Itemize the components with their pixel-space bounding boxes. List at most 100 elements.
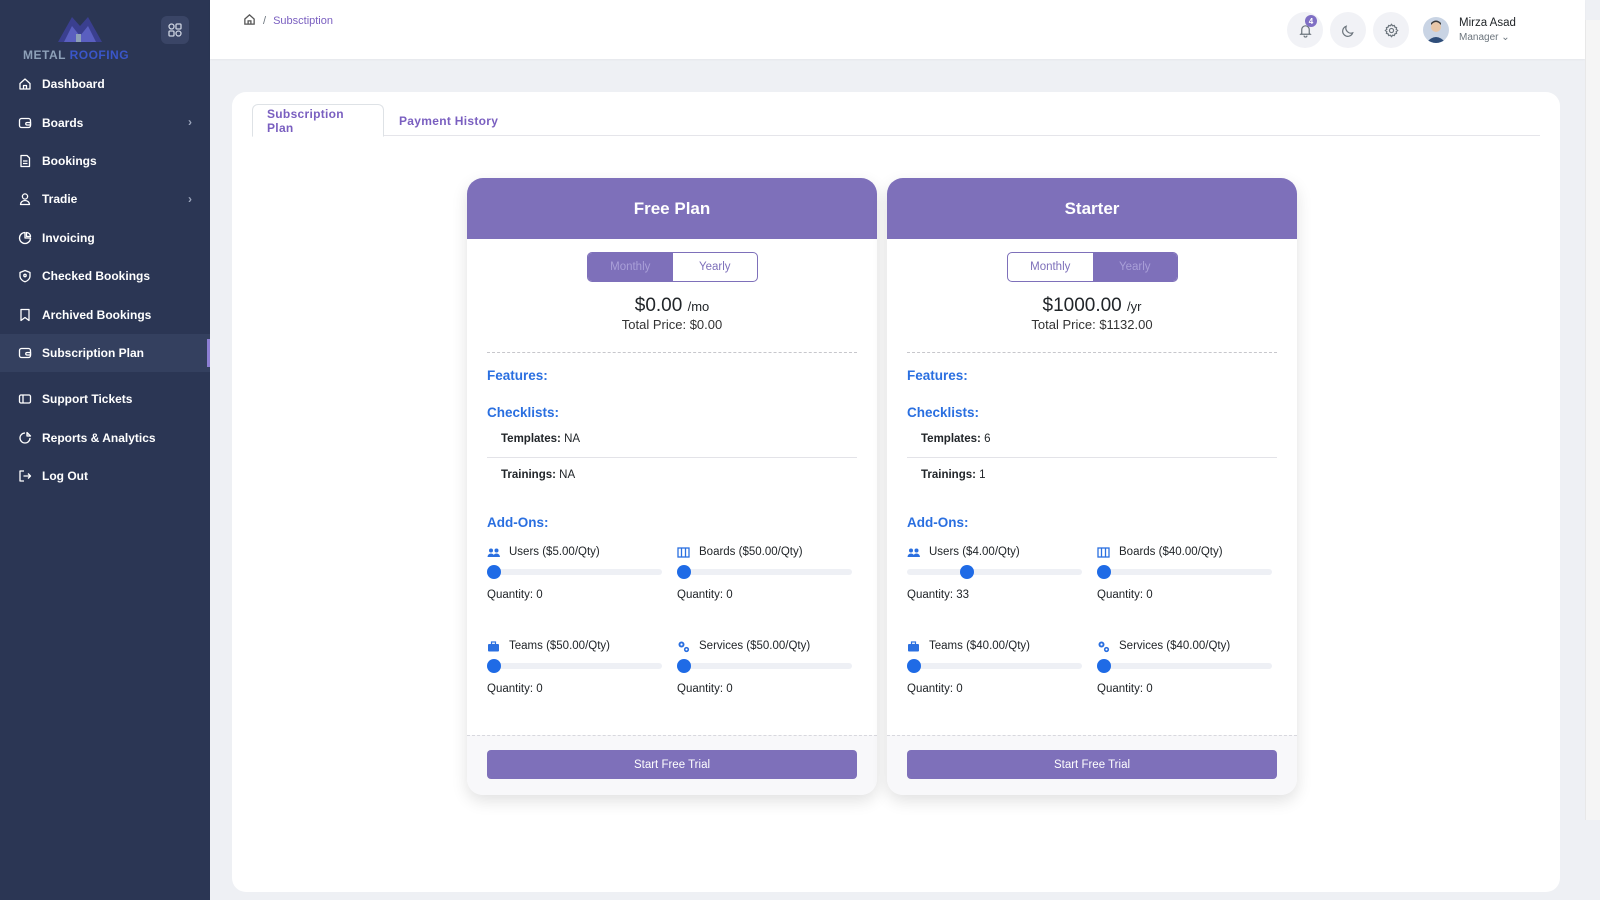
monthly-toggle-button[interactable]: Monthly [588, 253, 673, 281]
checklists-heading: Checklists: [487, 405, 560, 420]
sidebar-item-label: Bookings [42, 153, 97, 168]
shield-icon [18, 269, 32, 283]
addon-quantity: Quantity: 0 [1097, 589, 1272, 601]
start-free-trial-button[interactable]: Start Free Trial [487, 750, 857, 779]
addon-quantity-slider[interactable] [487, 565, 662, 579]
quantity-value: 0 [536, 683, 543, 695]
quantity-value: 0 [1146, 683, 1153, 695]
user-role: Manager [1459, 32, 1499, 43]
sidebar-toggle-button[interactable] [161, 16, 189, 44]
quantity-value: 0 [1146, 589, 1153, 601]
addon-item: Boards ($50.00/Qty) Quantity: 0 [677, 545, 852, 601]
home-icon[interactable] [243, 13, 256, 29]
sidebar-item-support-tickets[interactable]: Support Tickets [0, 380, 210, 418]
trainings-label: Trainings: [501, 469, 556, 481]
addon-label: Users ($4.00/Qty) [929, 546, 1020, 558]
dark-mode-button[interactable] [1330, 12, 1366, 48]
sidebar-item-label: Reports & Analytics [42, 430, 156, 445]
divider [907, 352, 1277, 353]
addon-quantity: Quantity: 0 [907, 683, 1082, 695]
addon-label: Boards ($40.00/Qty) [1119, 546, 1223, 558]
total-price-label: Total Price: [1031, 317, 1096, 332]
quantity-label: Quantity: [677, 589, 724, 601]
users-icon [487, 546, 500, 559]
tab-payment-history[interactable]: Payment History [385, 104, 512, 137]
user-role-dropdown[interactable]: Manager ⌄ [1459, 32, 1510, 43]
slider-handle[interactable] [487, 565, 501, 579]
chevron-right-icon: › [188, 192, 192, 207]
sidebar-item-label: Invoicing [42, 230, 95, 245]
tab-bar: Subscription Plan Payment History [252, 104, 1540, 137]
avatar[interactable] [1423, 17, 1449, 43]
price-period: /mo [687, 299, 710, 314]
addon-quantity-slider[interactable] [907, 659, 1082, 673]
chevron-down-icon: ⌄ [1501, 32, 1510, 43]
sidebar-item-subscription-plan[interactable]: Subscription Plan [0, 333, 210, 373]
slider-handle[interactable] [677, 565, 691, 579]
addon-quantity-slider[interactable] [677, 659, 852, 673]
addon-quantity-slider[interactable] [1097, 565, 1272, 579]
sidebar-item-bookings[interactable]: Bookings [0, 142, 210, 180]
breadcrumb-separator: / [263, 15, 267, 27]
sidebar-item-label: Archived Bookings [42, 307, 152, 322]
tab-subscription-plan[interactable]: Subscription Plan [252, 104, 384, 137]
plan-card: Starter Monthly Yearly $1000.00 /yr Total Pr… [887, 178, 1297, 795]
sidebar-item-archived-bookings[interactable]: Archived Bookings [0, 295, 210, 333]
slider-handle[interactable] [1097, 565, 1111, 579]
addon-item: Services ($40.00/Qty) Quantity: 0 [1097, 639, 1272, 695]
notifications-button[interactable]: 4 [1287, 12, 1323, 48]
start-free-trial-button[interactable]: Start Free Trial [907, 750, 1277, 779]
top-bar: / Subsctiption 4 Mirza Asad Manager ⌄ [210, 0, 1585, 59]
sidebar-item-checked-bookings[interactable]: Checked Bookings [0, 257, 210, 295]
slider-handle[interactable] [487, 659, 501, 673]
board-icon [677, 546, 690, 559]
main-panel: Subscription Plan Payment History Free P… [232, 92, 1560, 892]
sidebar-item-log-out[interactable]: Log Out [0, 457, 210, 495]
trainings-row: Trainings: NA [501, 469, 575, 481]
board-icon [1097, 546, 1110, 559]
trainings-row: Trainings: 1 [921, 469, 986, 481]
slider-handle[interactable] [1097, 659, 1111, 673]
quantity-value: 33 [956, 589, 970, 601]
sidebar-item-label: Tradie [42, 192, 78, 207]
slider-handle[interactable] [907, 659, 921, 673]
grid-icon [168, 23, 182, 37]
addon-item: Services ($50.00/Qty) Quantity: 0 [677, 639, 852, 695]
addon-quantity-slider[interactable] [1097, 659, 1272, 673]
sidebar-item-reports-analytics[interactable]: Reports & Analytics [0, 419, 210, 457]
price-amount: $0.00 [634, 295, 683, 316]
addons-heading: Add-Ons: [487, 515, 549, 530]
features-heading: Features: [907, 368, 968, 383]
user-name[interactable]: Mirza Asad [1459, 17, 1516, 29]
quantity-label: Quantity: [907, 589, 954, 601]
sidebar-item-dashboard[interactable]: Dashboard [0, 65, 210, 103]
monthly-toggle-button[interactable]: Monthly [1008, 253, 1093, 281]
settings-button[interactable] [1373, 12, 1409, 48]
templates-value: NA [564, 433, 581, 445]
sidebar-item-tradie[interactable]: Tradie › [0, 180, 210, 218]
addon-quantity: Quantity: 0 [487, 589, 662, 601]
slider-handle[interactable] [677, 659, 691, 673]
trainings-label: Trainings: [921, 469, 976, 481]
sidebar-item-invoicing[interactable]: Invoicing [0, 219, 210, 257]
sidebar-item-boards[interactable]: Boards › [0, 103, 210, 141]
brand-logo[interactable]: METAL ROOFING [20, 12, 140, 64]
checklists-heading: Checklists: [907, 405, 980, 420]
addon-quantity-slider[interactable] [487, 659, 662, 673]
breadcrumb-current: Subsctiption [273, 15, 333, 27]
addon-quantity-slider[interactable] [677, 565, 852, 579]
total-price: Total Price: $0.00 [467, 317, 877, 332]
sidebar-item-label: Checked Bookings [42, 269, 151, 284]
bookmark-icon [18, 308, 32, 322]
moon-icon [1341, 24, 1354, 37]
yearly-toggle-button[interactable]: Yearly [1092, 253, 1177, 281]
slider-handle[interactable] [960, 565, 975, 579]
quantity-label: Quantity: [1097, 589, 1144, 601]
page-scrollbar[interactable] [1585, 20, 1600, 820]
yearly-toggle-button[interactable]: Yearly [673, 253, 758, 281]
addon-item: Teams ($50.00/Qty) Quantity: 0 [487, 639, 662, 695]
addon-label: Boards ($50.00/Qty) [699, 546, 803, 558]
addon-quantity-slider[interactable] [907, 565, 1082, 579]
pie-chart-icon [18, 231, 32, 245]
trainings-value: NA [559, 469, 576, 481]
